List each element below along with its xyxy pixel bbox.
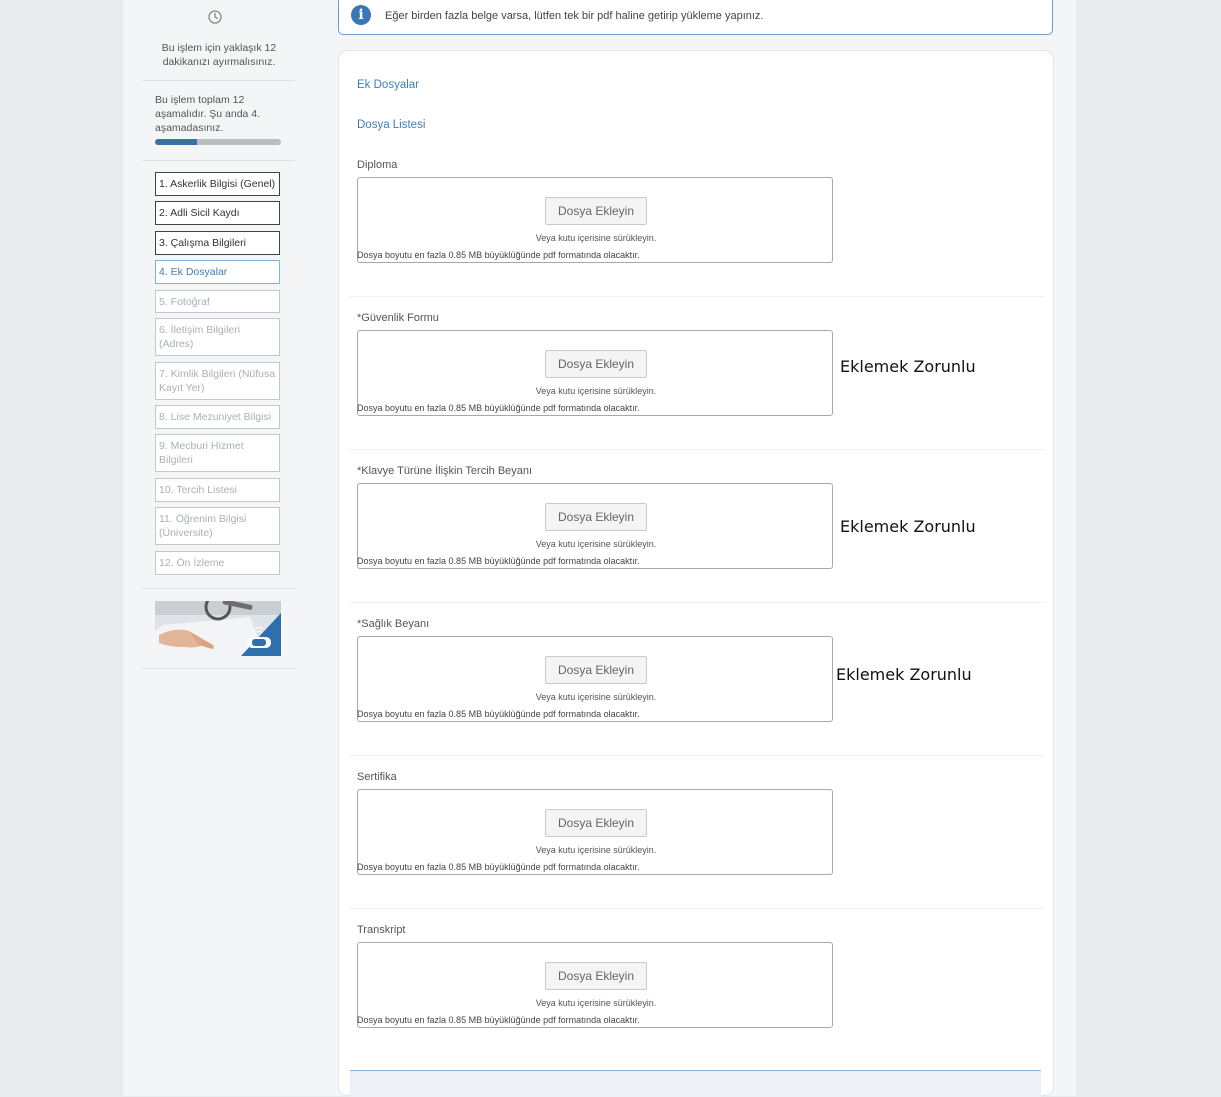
step-item-lise-mezuniyet: 8. Lise Mezuniyet Bilgisi	[155, 405, 280, 429]
step-item-ogrenim-bilgisi: 11. Öğrenim Bilgisi (Üniversite)	[155, 507, 280, 545]
add-file-button[interactable]: Dosya Ekleyin	[545, 656, 647, 684]
step-item-iletisim-bilgileri: 6. İletişim Bilgileri (Adres)	[155, 318, 280, 356]
required-annotation: Eklemek Zorunlu	[840, 357, 976, 376]
drop-hint: Veya kutu içerisine sürükleyin.	[535, 233, 657, 243]
drop-hint: Veya kutu içerisine sürükleyin.	[535, 539, 657, 549]
document-label: Transkript	[357, 924, 406, 936]
sidebar-divider	[142, 80, 295, 81]
add-file-button[interactable]: Dosya Ekleyin	[545, 503, 647, 531]
row-separator	[349, 755, 1045, 756]
section-title-dosya-listesi: Dosya Listesi	[357, 119, 426, 131]
step-item-on-izleme: 12. Ön İzleme	[155, 551, 280, 575]
drop-hint: Veya kutu içerisine sürükleyin.	[535, 998, 657, 1008]
step-item-calisma-bilgileri[interactable]: 3. Çalışma Bilgileri	[155, 231, 280, 255]
document-label: *Güvenlik Formu	[357, 312, 439, 324]
file-size-note: Dosya boyutu en fazla 0.85 MB büyüklüğün…	[357, 250, 640, 260]
sidebar: Bu işlem için yaklaşık 12 dakikanızı ayı…	[142, 0, 295, 1096]
upload-card: Ek Dosyalar Dosya Listesi Diploma Dosya …	[338, 50, 1054, 1096]
drop-hint: Veya kutu içerisine sürükleyin.	[535, 845, 657, 855]
add-file-button[interactable]: Dosya Ekleyin	[545, 197, 647, 225]
time-estimate-text: Bu işlem için yaklaşık 12 dakikanızı ayı…	[161, 42, 277, 68]
row-separator	[349, 449, 1045, 450]
step-item-tercih-listesi: 10. Tercih Listesi	[155, 478, 280, 502]
step-item-ek-dosyalar[interactable]: 4. Ek Dosyalar	[155, 260, 280, 284]
clock-icon	[208, 10, 222, 24]
progress-bar	[155, 139, 281, 145]
document-label: *Klavye Türüne İlişkin Tercih Beyanı	[357, 465, 533, 477]
drop-hint: Veya kutu içerisine sürükleyin.	[535, 692, 657, 702]
row-separator	[349, 908, 1045, 909]
progress-bar-fill	[155, 139, 197, 145]
required-annotation: Eklemek Zorunlu	[840, 517, 976, 536]
step-item-mecburi-hizmet: 9. Mecburi Hizmet Bilgileri	[155, 434, 280, 472]
drop-hint: Veya kutu içerisine sürükleyin.	[535, 386, 657, 396]
file-size-note: Dosya boyutu en fazla 0.85 MB büyüklüğün…	[357, 556, 640, 566]
row-separator	[349, 602, 1045, 603]
document-label: Diploma	[357, 159, 398, 171]
step-item-fotograf: 5. Fotoğraf	[155, 290, 280, 313]
step-item-askerlik-bilgisi[interactable]: 1. Askerlik Bilgisi (Genel)	[155, 172, 280, 196]
add-file-button[interactable]: Dosya Ekleyin	[545, 962, 647, 990]
file-size-note: Dosya boyutu en fazla 0.85 MB büyüklüğün…	[357, 1015, 640, 1025]
sidebar-divider	[142, 588, 295, 589]
file-size-note: Dosya boyutu en fazla 0.85 MB büyüklüğün…	[357, 709, 640, 719]
add-file-button[interactable]: Dosya Ekleyin	[545, 809, 647, 837]
add-file-button[interactable]: Dosya Ekleyin	[545, 350, 647, 378]
file-size-note: Dosya boyutu en fazla 0.85 MB büyüklüğün…	[357, 862, 640, 872]
required-annotation: Eklemek Zorunlu	[836, 665, 972, 684]
step-item-kimlik-bilgileri: 7. Kimlik Bilgileri (Nüfusa Kayıt Yer)	[155, 362, 280, 400]
info-banner-text: Eğer birden fazla belge varsa, lütfen te…	[385, 10, 764, 22]
bottom-panel	[350, 1070, 1041, 1097]
step-count-text: Bu işlem toplam 12 aşamalıdır. Şu anda 4…	[155, 94, 261, 134]
promo-image	[155, 601, 281, 656]
sidebar-divider	[142, 160, 295, 161]
document-label: *Sağlık Beyanı	[357, 618, 430, 630]
row-separator	[349, 296, 1045, 297]
document-label: Sertifika	[357, 771, 397, 783]
file-size-note: Dosya boyutu en fazla 0.85 MB büyüklüğün…	[357, 403, 640, 413]
info-banner: i Eğer birden fazla belge varsa, lütfen …	[338, 0, 1053, 35]
step-item-adli-sicil[interactable]: 2. Adli Sicil Kaydı	[155, 201, 280, 225]
section-title-ek-dosyalar: Ek Dosyalar	[357, 79, 419, 91]
info-icon: i	[351, 5, 371, 25]
sidebar-divider	[142, 668, 295, 669]
